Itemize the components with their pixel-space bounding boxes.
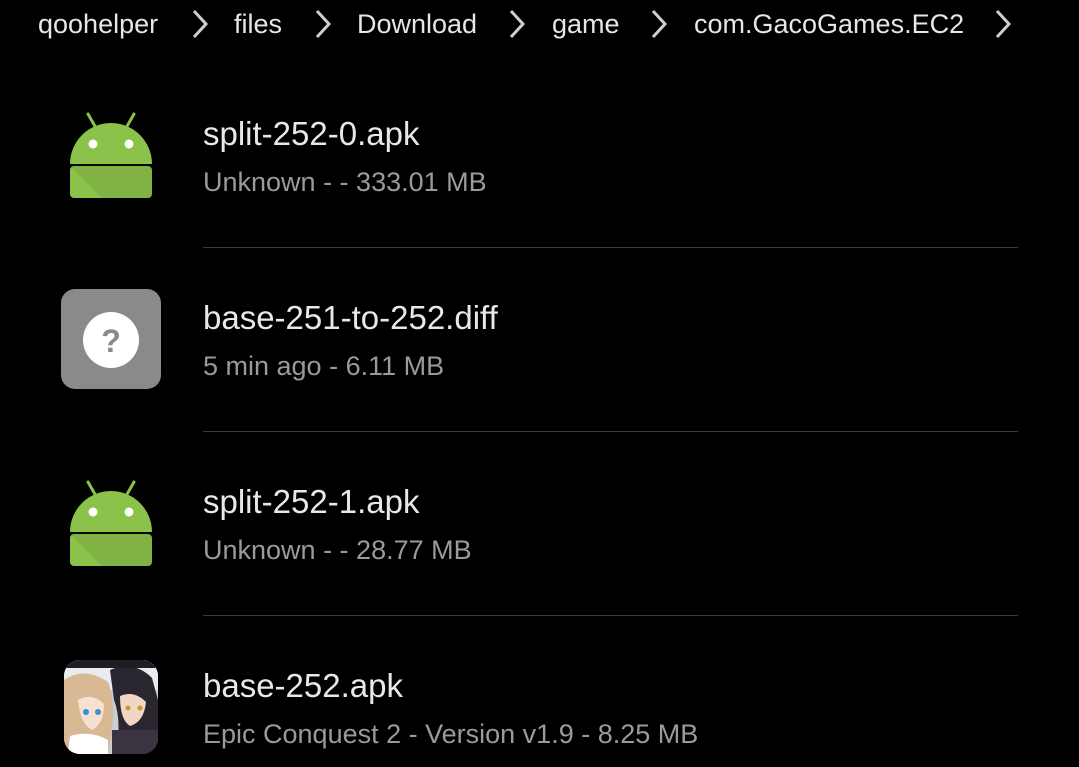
chevron-right-icon bbox=[993, 8, 1013, 40]
list-item[interactable]: split-252-1.apk Unknown - - 28.77 MB bbox=[0, 432, 1079, 616]
chevron-right-icon bbox=[507, 8, 527, 40]
android-apk-icon bbox=[60, 110, 162, 212]
breadcrumb: qoohelper files Download game com.GacoGa… bbox=[0, 0, 1079, 50]
file-browser: qoohelper files Download game com.GacoGa… bbox=[0, 0, 1079, 767]
file-meta: 5 min ago - 6.11 MB bbox=[203, 351, 445, 381]
file-meta: Epic Conquest 2 - Version v1.9 - 8.25 MB bbox=[203, 719, 699, 749]
chevron-right-icon bbox=[190, 8, 210, 40]
list-item[interactable]: split-252-0.apk Unknown - - 333.01 MB bbox=[0, 64, 1079, 248]
list-item[interactable]: ? base-251-to-252.diff 5 min ago - 6.11 … bbox=[0, 248, 1079, 432]
svg-text:?: ? bbox=[101, 323, 121, 359]
file-name: base-252.apk bbox=[203, 667, 403, 704]
chevron-right-icon bbox=[313, 8, 333, 40]
breadcrumb-item-qoohelper[interactable]: qoohelper bbox=[38, 8, 158, 40]
chevron-right-icon bbox=[649, 8, 669, 40]
file-meta: Unknown - - 28.77 MB bbox=[203, 535, 472, 565]
file-name: split-252-1.apk bbox=[203, 483, 420, 520]
file-name: split-252-0.apk bbox=[203, 115, 420, 152]
breadcrumb-item-download[interactable]: Download bbox=[357, 8, 477, 40]
android-apk-icon bbox=[60, 478, 162, 580]
unknown-file-icon: ? bbox=[60, 288, 162, 390]
breadcrumb-item-game[interactable]: game bbox=[552, 8, 620, 40]
breadcrumb-item-files[interactable]: files bbox=[234, 8, 282, 40]
epic-conquest-app-icon bbox=[64, 660, 158, 754]
file-name: base-251-to-252.diff bbox=[203, 299, 498, 336]
file-meta: Unknown - - 333.01 MB bbox=[203, 167, 487, 197]
breadcrumb-item-current-folder[interactable]: com.GacoGames.EC2 bbox=[694, 8, 964, 40]
list-item[interactable]: base-252.apk Epic Conquest 2 - Version v… bbox=[0, 616, 1079, 767]
